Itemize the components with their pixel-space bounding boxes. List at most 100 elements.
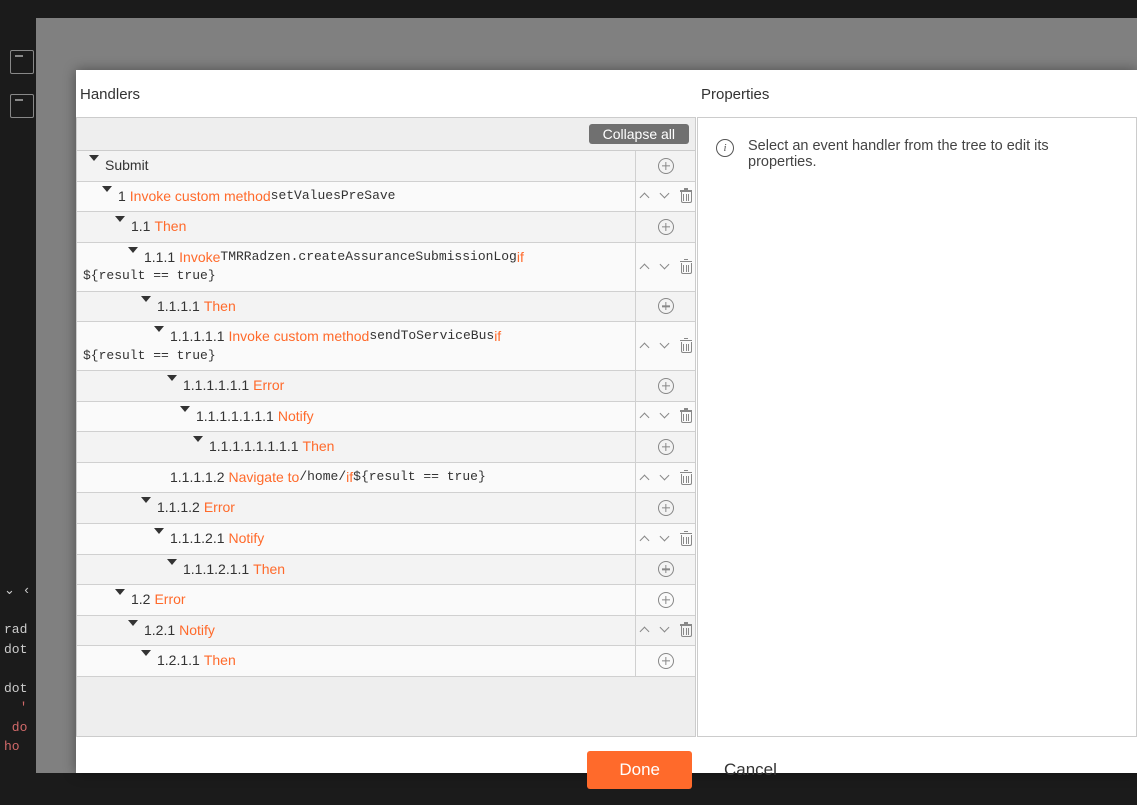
tree-row-content[interactable]: 1.1.1.2 Error xyxy=(77,493,635,523)
tree-row-content[interactable]: 1.1.1.1.1 Invoke custom method sendToSer… xyxy=(77,322,635,370)
tree-row-content[interactable]: Submit xyxy=(77,151,635,181)
add-child-button[interactable] xyxy=(658,219,674,235)
tree-row-controls xyxy=(635,463,695,493)
tree-row[interactable]: 1.2.1.1 Then xyxy=(77,645,695,676)
tree-row[interactable]: 1.1.1.1.2 Navigate to /home/ if ${result… xyxy=(77,462,695,493)
tree-row-content[interactable]: 1.1.1.2.1.1 Then xyxy=(77,555,635,585)
add-child-button[interactable] xyxy=(658,653,674,669)
tree-node-action: Invoke xyxy=(179,248,220,268)
tree-row-controls xyxy=(635,182,695,212)
tree-node-number: 1.1.1.1.1.1.1.1 xyxy=(209,437,299,457)
caret-down-icon[interactable] xyxy=(128,620,138,626)
caret-down-icon[interactable] xyxy=(115,589,125,595)
tree-row-controls xyxy=(635,493,695,523)
tree-row-content[interactable]: 1.1.1.1 Then xyxy=(77,292,635,322)
tree-row[interactable]: 1.1.1.1.1 Invoke custom method sendToSer… xyxy=(77,321,695,370)
chevron-down-icon xyxy=(660,412,672,420)
collapse-all-button[interactable]: Collapse all xyxy=(589,124,689,144)
add-child-button[interactable] xyxy=(658,561,674,577)
add-child-button[interactable] xyxy=(658,158,674,174)
caret-down-icon[interactable] xyxy=(141,296,151,302)
caret-down-icon[interactable] xyxy=(128,247,138,253)
caret-down-icon[interactable] xyxy=(115,216,125,222)
move-down-button[interactable] xyxy=(658,531,674,547)
move-up-button[interactable] xyxy=(638,338,654,354)
plus-circle-icon xyxy=(658,500,674,516)
tree-row[interactable]: Submit xyxy=(77,150,695,181)
chevron-up-icon xyxy=(640,192,652,200)
delete-button[interactable] xyxy=(678,470,694,486)
tree-row[interactable]: 1 Invoke custom method setValuesPreSave xyxy=(77,181,695,212)
handlers-title: Handlers xyxy=(76,82,696,111)
add-child-button[interactable] xyxy=(658,592,674,608)
add-child-button[interactable] xyxy=(658,378,674,394)
tree-row[interactable]: 1.1.1 Invoke TMRRadzen.createAssuranceSu… xyxy=(77,242,695,291)
tree-row-content[interactable]: 1.1.1.2.1 Notify xyxy=(77,524,635,554)
delete-button[interactable] xyxy=(678,531,694,547)
delete-button[interactable] xyxy=(678,259,694,275)
caret-down-icon[interactable] xyxy=(141,650,151,656)
chevron-down-icon xyxy=(660,192,672,200)
trash-icon xyxy=(680,471,692,485)
tree-row[interactable]: 1.1.1.2 Error xyxy=(77,492,695,523)
tree-row[interactable]: 1.1.1.1.1.1 Error xyxy=(77,370,695,401)
caret-down-icon[interactable] xyxy=(141,497,151,503)
done-button[interactable]: Done xyxy=(587,751,692,789)
tree-node-action: Then xyxy=(204,297,236,317)
caret-down-icon[interactable] xyxy=(180,406,190,412)
tree-row[interactable]: 1.2.1 Notify xyxy=(77,615,695,646)
delete-button[interactable] xyxy=(678,338,694,354)
trash-icon xyxy=(680,339,692,353)
move-up-button[interactable] xyxy=(638,188,654,204)
delete-button[interactable] xyxy=(678,188,694,204)
properties-empty-message: Select an event handler from the tree to… xyxy=(748,138,1118,170)
tree-row-content[interactable]: 1.2 Error xyxy=(77,585,635,615)
plus-circle-icon xyxy=(658,158,674,174)
move-down-button[interactable] xyxy=(658,259,674,275)
caret-down-icon[interactable] xyxy=(167,559,177,565)
move-down-button[interactable] xyxy=(658,188,674,204)
move-up-button[interactable] xyxy=(638,259,654,275)
move-up-button[interactable] xyxy=(638,408,654,424)
tree-row[interactable]: 1.1.1.1.1.1.1.1 Then xyxy=(77,431,695,462)
move-up-button[interactable] xyxy=(638,531,654,547)
tree-node-action: Invoke custom method xyxy=(229,327,370,347)
move-up-button[interactable] xyxy=(638,622,654,638)
move-down-button[interactable] xyxy=(658,408,674,424)
move-down-button[interactable] xyxy=(658,622,674,638)
tree-node-number: 1.1.1.2.1.1 xyxy=(183,560,249,580)
tree-row-content[interactable]: 1.1.1.1.1.1.1 Notify xyxy=(77,402,635,432)
tree-row[interactable]: 1.1.1.2.1.1 Then xyxy=(77,554,695,585)
caret-down-icon[interactable] xyxy=(102,186,112,192)
delete-button[interactable] xyxy=(678,408,694,424)
caret-down-icon[interactable] xyxy=(154,326,164,332)
handlers-tree[interactable]: Submit1 Invoke custom method setValuesPr… xyxy=(77,150,695,676)
move-down-button[interactable] xyxy=(658,470,674,486)
move-up-button[interactable] xyxy=(638,470,654,486)
caret-down-icon[interactable] xyxy=(193,436,203,442)
tree-row-content[interactable]: 1 Invoke custom method setValuesPreSave xyxy=(77,182,635,212)
tree-row[interactable]: 1.1 Then xyxy=(77,211,695,242)
caret-down-icon[interactable] xyxy=(167,375,177,381)
tree-row[interactable]: 1.2 Error xyxy=(77,584,695,615)
delete-button[interactable] xyxy=(678,622,694,638)
tree-row[interactable]: 1.1.1.1.1.1.1 Notify xyxy=(77,401,695,432)
tree-node-number: 1.1.1.1.1.1 xyxy=(183,376,249,396)
tree-row[interactable]: 1.1.1.2.1 Notify xyxy=(77,523,695,554)
tree-row-content[interactable]: 1.1 Then xyxy=(77,212,635,242)
tree-row-content[interactable]: 1.2.1 Notify xyxy=(77,616,635,646)
tree-row-content[interactable]: 1.1.1.1.1.1 Error xyxy=(77,371,635,401)
caret-down-icon[interactable] xyxy=(89,155,99,161)
plus-circle-icon xyxy=(658,653,674,669)
move-down-button[interactable] xyxy=(658,338,674,354)
tree-row-content[interactable]: 1.1.1.1.1.1.1.1 Then xyxy=(77,432,635,462)
add-child-button[interactable] xyxy=(658,439,674,455)
cancel-button[interactable]: Cancel xyxy=(724,751,777,789)
add-child-button[interactable] xyxy=(658,500,674,516)
add-child-button[interactable] xyxy=(658,298,674,314)
caret-down-icon[interactable] xyxy=(154,528,164,534)
tree-row-content[interactable]: 1.1.1 Invoke TMRRadzen.createAssuranceSu… xyxy=(77,243,635,291)
tree-row-content[interactable]: 1.1.1.1.2 Navigate to /home/ if ${result… xyxy=(77,463,635,493)
tree-row[interactable]: 1.1.1.1 Then xyxy=(77,291,695,322)
tree-row-content[interactable]: 1.2.1.1 Then xyxy=(77,646,635,676)
